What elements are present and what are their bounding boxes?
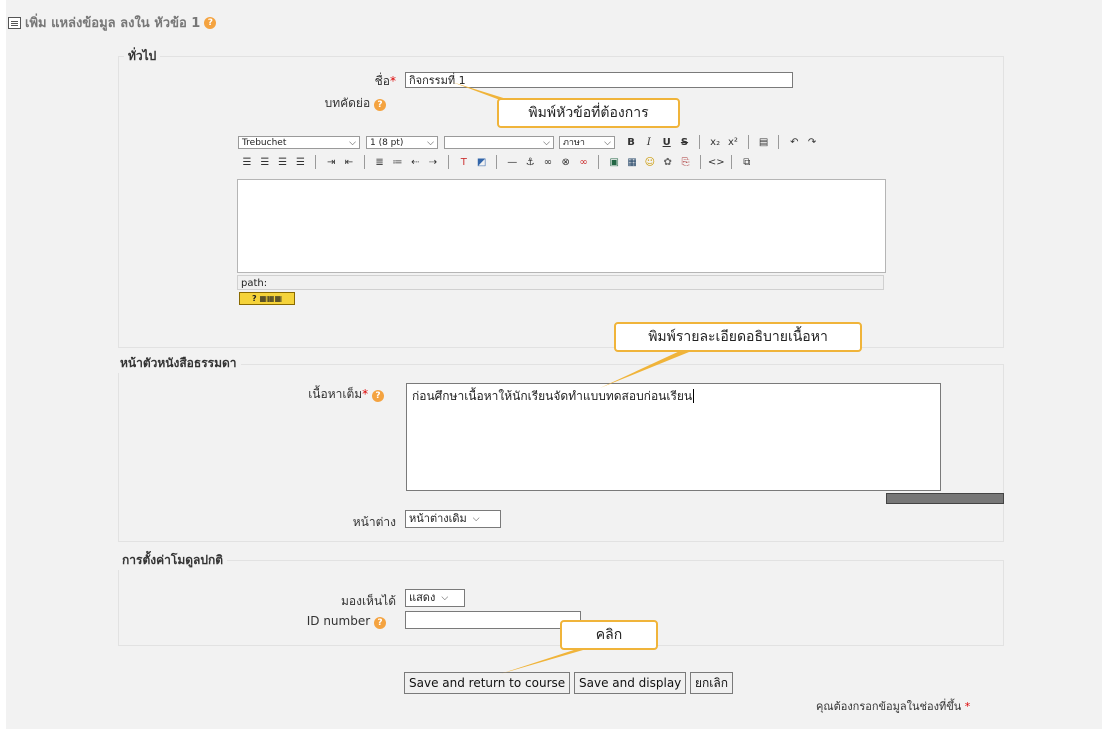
content-callout: พิมพ์รายละเอียดอธิบายเนื้อหา <box>614 322 862 352</box>
title-callout: พิมพ์หัวข้อที่ต้องการ <box>497 98 680 128</box>
click-callout-pointer <box>500 648 590 674</box>
click-callout: คลิก <box>560 620 658 650</box>
content-callout-pointer <box>600 350 694 388</box>
